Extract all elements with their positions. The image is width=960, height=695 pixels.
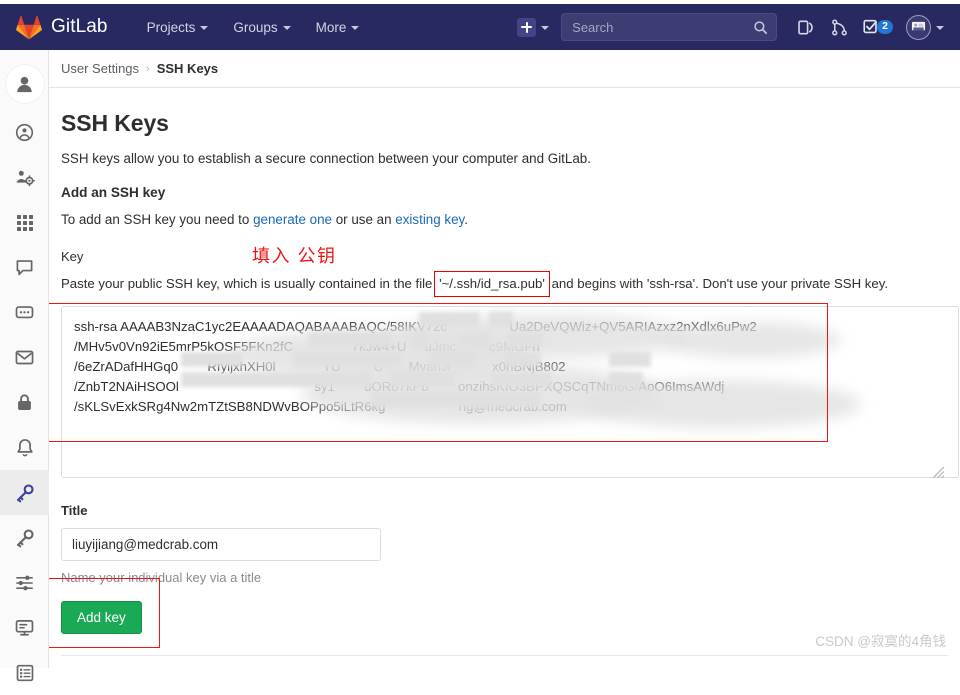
existing-key-link[interactable]: existing key [395, 212, 464, 227]
sidebar-item-emails[interactable] [0, 335, 49, 380]
nav-groups-label: Groups [233, 20, 277, 35]
nav-groups[interactable]: Groups [222, 14, 301, 41]
add-key-instructions: To add an SSH key you need to generate o… [61, 212, 948, 227]
page-title: SSH Keys [61, 110, 948, 137]
key-icon [15, 483, 35, 503]
sidebar-item-applications[interactable] [0, 200, 49, 245]
add-line-middle: or use an [332, 212, 395, 227]
chat-bubble-icon [15, 259, 34, 277]
primary-nav: Projects Groups More [136, 14, 371, 41]
breadcrumb-current: SSH Keys [157, 61, 218, 76]
avatar [6, 65, 44, 103]
sidebar-item-access-tokens[interactable] [0, 290, 49, 335]
sidebar-item-profile-avatar[interactable] [0, 58, 49, 110]
chevron-down-icon [936, 26, 944, 30]
search-input[interactable] [572, 20, 753, 35]
title-field-label: Title [61, 503, 948, 518]
add-key-button[interactable]: Add key [61, 601, 142, 634]
chevron-down-icon [200, 26, 208, 30]
nav-more[interactable]: More [305, 14, 371, 41]
account-gear-icon [15, 168, 35, 187]
monitor-icon [15, 619, 34, 637]
nav-projects[interactable]: Projects [136, 14, 220, 41]
bottom-divider [61, 655, 948, 656]
plus-square-icon [517, 18, 536, 37]
chevron-down-icon [283, 26, 291, 30]
chinese-annotation-fill-public-key: 填入 公钥 [252, 242, 337, 268]
intro-text: SSH keys allow you to establish a secure… [61, 151, 948, 166]
main-content: User Settings › SSH Keys SSH Keys SSH ke… [49, 50, 960, 668]
merge-request-glyph-icon [830, 18, 849, 37]
user-settings-sidebar [0, 50, 49, 668]
grid-apps-icon [16, 214, 34, 232]
paste-hint-text: Paste your public SSH key, which is usua… [61, 274, 888, 293]
paste-hint-suffix: and begins with 'ssh-rsa'. Don't use you… [548, 276, 888, 291]
sidebar-item-active-sessions[interactable] [0, 605, 49, 650]
key-icon [15, 528, 35, 548]
csdn-watermark: CSDN @寂寞的4角钱 [815, 630, 946, 650]
key-input[interactable]: ssh-rsa AAAAB3NzaC1yc2EAAAADAQABAAABAQC/… [61, 306, 959, 478]
gitlab-fox-logo [16, 15, 42, 40]
ssh-pub-file-path: '~/.ssh/id_rsa.pub' [436, 274, 548, 293]
lock-icon [16, 393, 33, 412]
section-title-add-key: Add an SSH key [61, 185, 948, 200]
paste-hint-prefix: Paste your public SSH key, which is usua… [61, 276, 436, 291]
brand-title: GitLab [51, 16, 108, 38]
search-icon [753, 20, 768, 35]
envelope-icon [15, 350, 34, 365]
chevron-down-icon [541, 26, 549, 30]
add-line-suffix: . [464, 212, 468, 227]
sidebar-item-password[interactable] [0, 380, 49, 425]
top-navbar: GitLab Projects Groups More [0, 4, 960, 50]
nav-more-label: More [316, 20, 347, 35]
navbar-right-actions: 2 [513, 11, 960, 43]
avatar [906, 15, 931, 40]
sliders-icon [15, 574, 34, 592]
list-log-icon [16, 664, 34, 682]
issues-icon[interactable] [789, 11, 821, 43]
search-box[interactable] [561, 13, 777, 41]
bell-icon [16, 438, 34, 457]
key-field-label: Key [61, 249, 948, 264]
sidebar-item-profile[interactable] [0, 110, 49, 155]
chevron-down-icon [351, 26, 359, 30]
breadcrumb-separator: › [146, 63, 150, 75]
sidebar-item-gpg-keys[interactable] [0, 515, 49, 560]
key-textarea-wrapper: ssh-rsa AAAAB3NzaC1yc2EAAAADAQABAAABAQC/… [61, 306, 948, 483]
merge-requests-icon[interactable] [823, 11, 855, 43]
comment-dots-icon [15, 305, 34, 321]
sidebar-item-authentication-log[interactable] [0, 650, 49, 695]
breadcrumb-user-settings[interactable]: User Settings [61, 61, 139, 76]
add-line-prefix: To add an SSH key you need to [61, 212, 253, 227]
sidebar-item-account[interactable] [0, 155, 49, 200]
issues-glyph-icon [796, 18, 815, 37]
nav-projects-label: Projects [147, 20, 196, 35]
sidebar-item-preferences[interactable] [0, 560, 49, 605]
todos-button[interactable]: 2 [857, 14, 898, 40]
sidebar-item-chat[interactable] [0, 245, 49, 290]
ssh-keys-form: SSH Keys SSH keys allow you to establish… [49, 88, 960, 634]
breadcrumb: User Settings › SSH Keys [49, 50, 960, 88]
create-new-button[interactable] [513, 14, 555, 41]
todos-count-badge: 2 [877, 20, 893, 35]
sidebar-item-notifications[interactable] [0, 425, 49, 470]
profile-circle-icon [15, 123, 34, 142]
user-avatar-icon [910, 20, 927, 35]
title-input[interactable] [61, 528, 381, 561]
user-menu-button[interactable] [900, 12, 948, 43]
generate-one-link[interactable]: generate one [253, 212, 332, 227]
sidebar-item-ssh-keys[interactable] [0, 470, 49, 515]
gitlab-brand[interactable]: GitLab [0, 15, 108, 40]
user-avatar-icon [14, 74, 35, 95]
title-hint: Name your individual key via a title [61, 570, 948, 585]
